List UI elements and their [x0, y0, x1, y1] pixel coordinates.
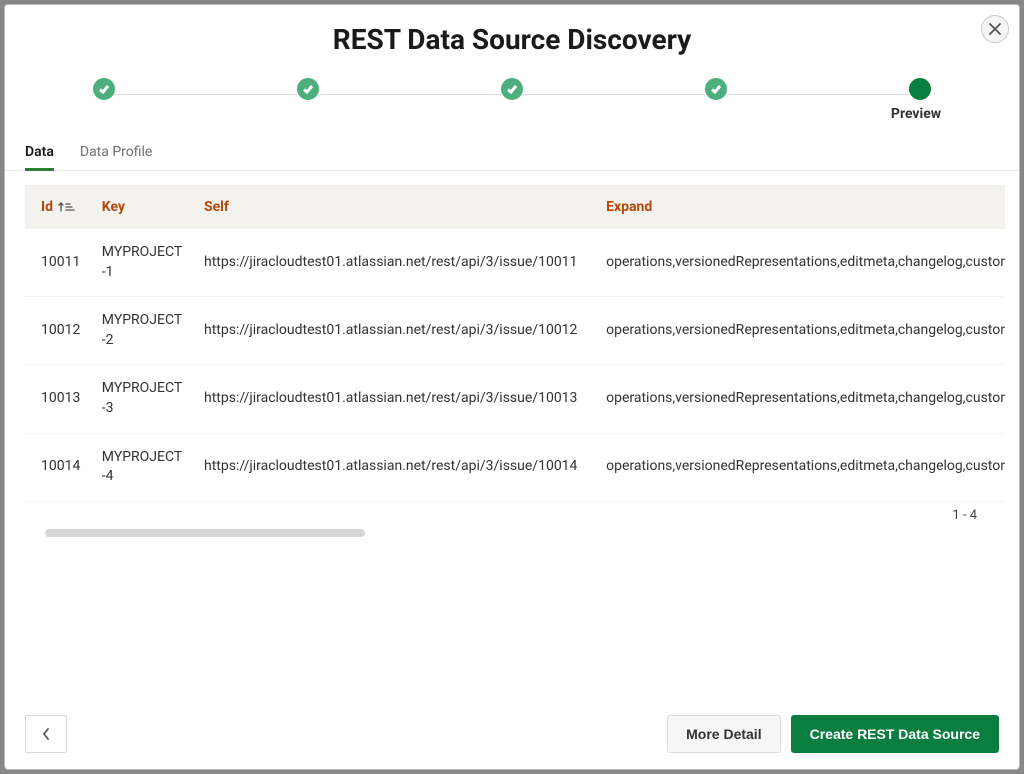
- current-step-label: Preview: [886, 106, 946, 122]
- check-icon: [98, 83, 110, 95]
- data-table: Id Key Self Expand: [25, 185, 1005, 502]
- tab-data-profile[interactable]: Data Profile: [80, 140, 152, 171]
- cell-id: 10012: [25, 297, 92, 365]
- cell-self: https://jiracloudtest01.atlassian.net/re…: [194, 229, 596, 297]
- wizard-step-5: [909, 78, 931, 100]
- column-header-self[interactable]: Self: [194, 185, 596, 229]
- table-row[interactable]: 10011 MYPROJECT-1 https://jiracloudtest0…: [25, 229, 1005, 297]
- sort-asc-icon: [58, 201, 76, 213]
- dialog-footer: More Detail Create REST Data Source: [5, 703, 1019, 769]
- row-range-label: 1 - 4: [25, 502, 999, 523]
- wizard-step-3: [501, 78, 523, 100]
- cell-id: 10011: [25, 229, 92, 297]
- step-line: [319, 94, 501, 95]
- column-header-label: Id: [41, 199, 53, 215]
- back-button[interactable]: [25, 715, 67, 753]
- chevron-left-icon: [41, 727, 51, 741]
- cell-key: MYPROJECT-2: [92, 297, 194, 365]
- table-row[interactable]: 10012 MYPROJECT-2 https://jiracloudtest0…: [25, 297, 1005, 365]
- close-button[interactable]: [981, 15, 1009, 43]
- cell-expand: operations,versionedRepresentations,edit…: [596, 297, 1005, 365]
- cell-key: MYPROJECT-1: [92, 229, 194, 297]
- close-icon: [989, 23, 1001, 35]
- step-line: [115, 94, 297, 95]
- tab-data[interactable]: Data: [25, 140, 54, 171]
- cell-expand: operations,versionedRepresentations,edit…: [596, 229, 1005, 297]
- cell-key: MYPROJECT-3: [92, 365, 194, 433]
- wizard-step-1: [93, 78, 115, 100]
- cell-id: 10013: [25, 365, 92, 433]
- cell-key: MYPROJECT-4: [92, 433, 194, 501]
- cell-id: 10014: [25, 433, 92, 501]
- column-header-key[interactable]: Key: [92, 185, 194, 229]
- column-header-label: Self: [204, 199, 229, 215]
- dialog-header: REST Data Source Discovery: [5, 5, 1019, 62]
- tab-bar: Data Data Profile: [5, 140, 1019, 171]
- wizard-step-2: [297, 78, 319, 100]
- wizard-stepper: [5, 66, 1019, 100]
- data-table-container: Id Key Self Expand: [5, 171, 1019, 539]
- check-icon: [302, 83, 314, 95]
- table-row[interactable]: 10013 MYPROJECT-3 https://jiracloudtest0…: [25, 365, 1005, 433]
- dialog-title: REST Data Source Discovery: [25, 23, 999, 56]
- dialog: REST Data Source Discovery Preview Data …: [4, 4, 1020, 770]
- horizontal-scrollbar[interactable]: [45, 529, 979, 539]
- cell-self: https://jiracloudtest01.atlassian.net/re…: [194, 365, 596, 433]
- cell-self: https://jiracloudtest01.atlassian.net/re…: [194, 433, 596, 501]
- step-line: [523, 94, 705, 95]
- column-header-label: Expand: [606, 199, 652, 215]
- table-row[interactable]: 10014 MYPROJECT-4 https://jiracloudtest0…: [25, 433, 1005, 501]
- cell-self: https://jiracloudtest01.atlassian.net/re…: [194, 297, 596, 365]
- check-icon: [506, 83, 518, 95]
- table-header-row: Id Key Self Expand: [25, 185, 1005, 229]
- wizard-step-labels: Preview: [5, 100, 1019, 140]
- step-line: [727, 94, 909, 95]
- create-rest-data-source-button[interactable]: Create REST Data Source: [791, 715, 999, 753]
- more-detail-button[interactable]: More Detail: [667, 715, 780, 753]
- column-header-expand[interactable]: Expand: [596, 185, 1005, 229]
- cell-expand: operations,versionedRepresentations,edit…: [596, 365, 1005, 433]
- column-header-id[interactable]: Id: [25, 185, 92, 229]
- wizard-step-4: [705, 78, 727, 100]
- column-header-label: Key: [102, 199, 125, 215]
- scrollbar-thumb[interactable]: [45, 529, 365, 537]
- cell-expand: operations,versionedRepresentations,edit…: [596, 433, 1005, 501]
- check-icon: [710, 83, 722, 95]
